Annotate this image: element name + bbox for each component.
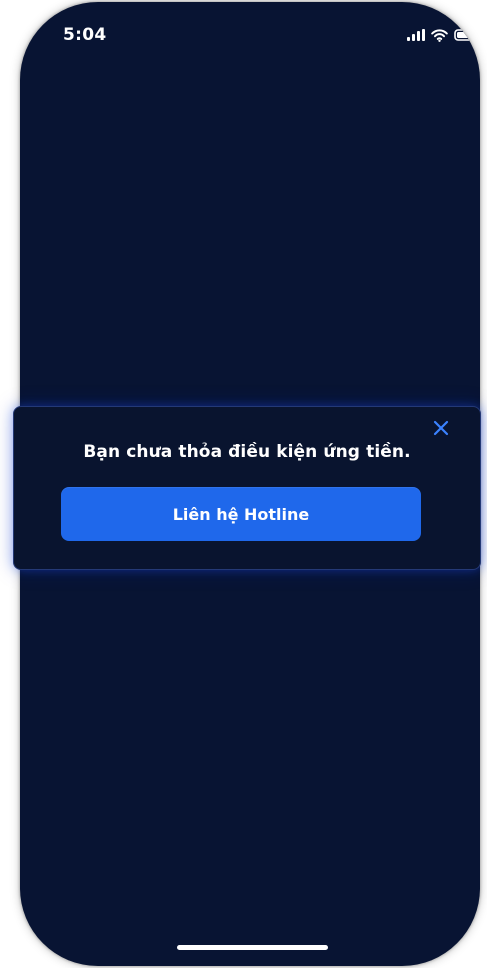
status-bar: 5:04 <box>20 2 480 62</box>
battery-icon <box>454 29 475 41</box>
status-time: 5:04 <box>63 25 107 45</box>
eligibility-dialog: Bạn chưa thỏa điều kiện ứng tiền. Liên h… <box>13 406 481 570</box>
contact-hotline-button[interactable]: Liên hệ Hotline <box>61 487 421 541</box>
status-icons <box>407 27 476 43</box>
home-indicator <box>177 945 328 950</box>
wifi-icon <box>431 28 448 42</box>
signal-icon <box>407 29 425 41</box>
dialog-message: Bạn chưa thỏa điều kiện ứng tiền. <box>83 442 411 462</box>
close-icon[interactable] <box>431 418 451 438</box>
